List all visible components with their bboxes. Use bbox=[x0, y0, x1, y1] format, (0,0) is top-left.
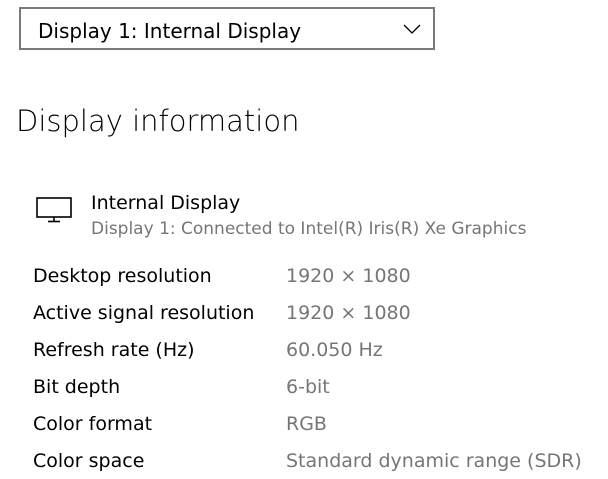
info-row-color-space: Color space Standard dynamic range (SDR) bbox=[0, 446, 608, 476]
info-row-desktop-resolution: Desktop resolution 1920 × 1080 bbox=[0, 261, 608, 291]
info-row-color-format: Color format RGB bbox=[0, 409, 608, 439]
info-value: 6-bit bbox=[286, 376, 330, 398]
info-label: Color format bbox=[33, 413, 153, 435]
info-value: 1920 × 1080 bbox=[286, 302, 411, 324]
info-label: Active signal resolution bbox=[33, 302, 255, 324]
info-label: Color space bbox=[33, 450, 145, 472]
info-row-bit-depth: Bit depth 6-bit bbox=[0, 372, 608, 402]
info-row-active-signal-resolution: Active signal resolution 1920 × 1080 bbox=[0, 298, 608, 328]
info-value: 60.050 Hz bbox=[286, 339, 383, 361]
info-label: Desktop resolution bbox=[33, 265, 212, 287]
info-value: 1920 × 1080 bbox=[286, 265, 411, 287]
info-label: Bit depth bbox=[33, 376, 121, 398]
info-value: RGB bbox=[286, 413, 327, 435]
display-info-list: Desktop resolution 1920 × 1080 Active si… bbox=[0, 0, 608, 479]
info-row-refresh-rate: Refresh rate (Hz) 60.050 Hz bbox=[0, 335, 608, 365]
info-label: Refresh rate (Hz) bbox=[33, 339, 195, 361]
info-value: Standard dynamic range (SDR) bbox=[286, 450, 582, 472]
